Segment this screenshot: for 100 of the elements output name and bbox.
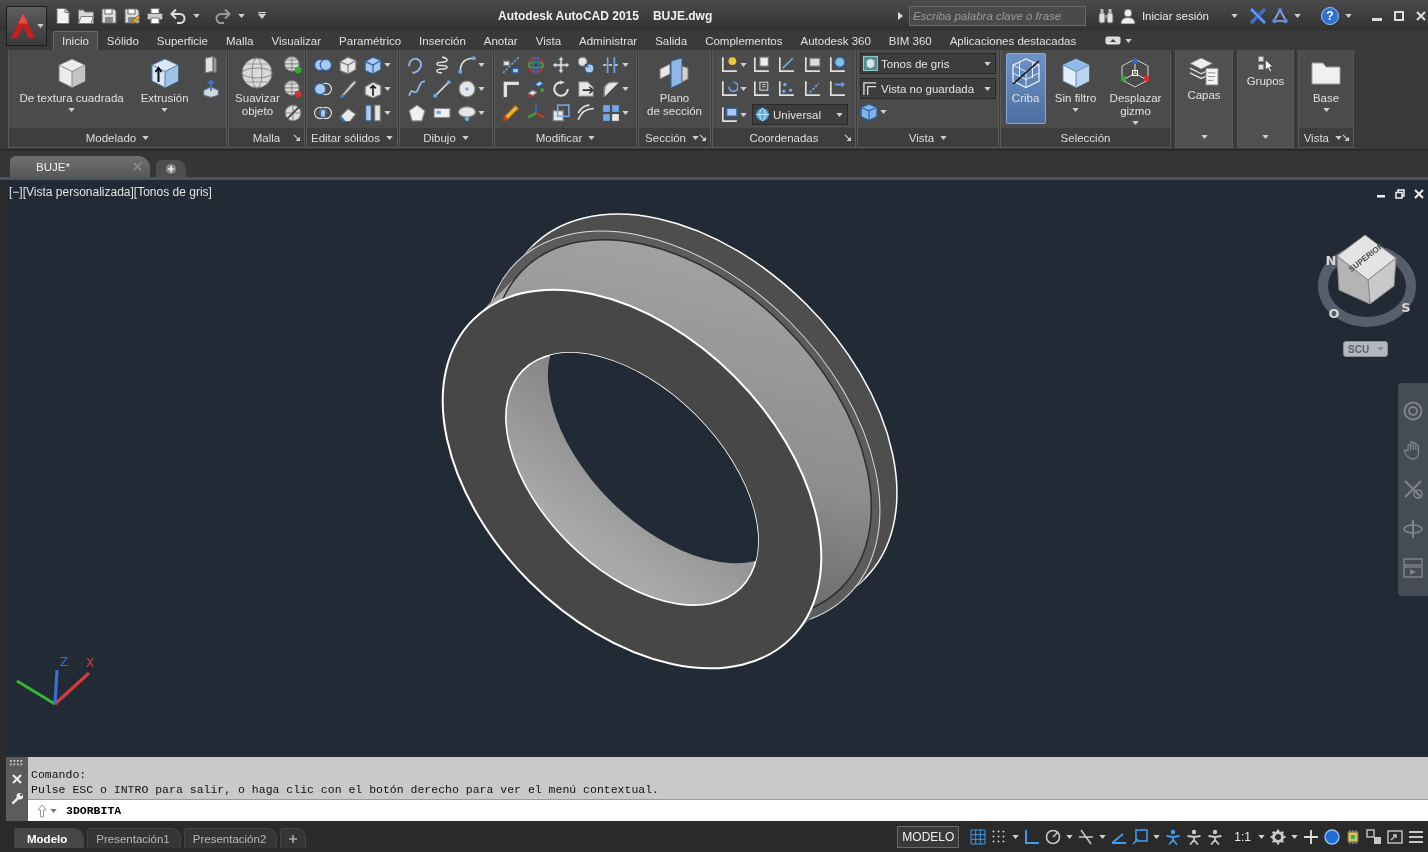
- mesh-sphere-icon[interactable]: [283, 80, 302, 98]
- ribbon-tab[interactable]: Sólido: [97, 31, 148, 50]
- caret-icon[interactable]: [386, 135, 393, 140]
- new-layout-button[interactable]: [280, 828, 307, 848]
- ribbon-tab[interactable]: Anotar: [474, 31, 527, 50]
- squares-grid-icon[interactable]: [602, 104, 620, 122]
- caret-icon[interactable]: [477, 111, 485, 115]
- caret-icon[interactable]: [461, 135, 469, 140]
- chip-icon[interactable]: [1345, 828, 1361, 845]
- ribbon-tab[interactable]: Administrar: [570, 31, 647, 50]
- ribbon-tab[interactable]: Inicio: [53, 31, 98, 50]
- page-icon[interactable]: [55, 7, 71, 24]
- printer-icon[interactable]: [147, 7, 163, 24]
- ribbon-tab[interactable]: Superficie: [147, 31, 217, 50]
- rotate-icon[interactable]: [552, 80, 570, 98]
- panel-title-bar[interactable]: Modificar: [495, 128, 636, 147]
- cut-lines-icon[interactable]: [602, 56, 620, 74]
- overlapping-circles-icon[interactable]: [313, 104, 332, 122]
- ellipse-icon[interactable]: [457, 104, 476, 122]
- axes-icon[interactable]: [777, 56, 796, 74]
- caret-icon[interactable]: [1258, 834, 1265, 839]
- mesh-sphere-icon[interactable]: [283, 56, 302, 74]
- new-tab-button[interactable]: [156, 160, 186, 177]
- panel-title-bar[interactable]: Modelado: [9, 128, 226, 147]
- help-button[interactable]: ?: [1321, 6, 1339, 25]
- caret-icon[interactable]: [1294, 13, 1301, 18]
- caret-icon[interactable]: [1335, 135, 1342, 140]
- annotation-scale-button[interactable]: 1:1: [1232, 829, 1253, 844]
- launcher-arrow-icon[interactable]: [699, 134, 706, 141]
- layout-tab[interactable]: Presentación1: [87, 828, 181, 848]
- caret-icon[interactable]: [1012, 834, 1020, 839]
- caret-icon[interactable]: [622, 87, 629, 91]
- figure-icon[interactable]: [1165, 828, 1182, 845]
- box-icon[interactable]: [363, 80, 382, 98]
- launcher-arrow-icon[interactable]: [844, 134, 851, 141]
- figure-icon[interactable]: [1186, 828, 1203, 845]
- command-input-bar[interactable]: 3DORBITA: [28, 799, 1428, 821]
- split-box-icon[interactable]: [363, 104, 382, 122]
- cube-icon[interactable]: [860, 103, 878, 121]
- spline-icon[interactable]: [407, 80, 426, 98]
- mirror-icon[interactable]: [502, 56, 520, 74]
- ribbon-tab[interactable]: Complementos: [696, 31, 792, 50]
- box-icon[interactable]: [338, 56, 357, 74]
- customize-caret-icon[interactable]: [258, 12, 266, 19]
- model-space-button[interactable]: MODELO: [897, 825, 960, 848]
- triangle-icon[interactable]: [897, 11, 903, 20]
- folder-icon[interactable]: [78, 7, 94, 24]
- panel-title-bar[interactable]: Sección: [639, 128, 710, 147]
- binoculars-icon[interactable]: [1097, 7, 1114, 24]
- axes-icon[interactable]: [802, 56, 821, 74]
- nested-squares-icon[interactable]: [552, 104, 570, 122]
- blade-icon[interactable]: [338, 80, 357, 98]
- caret-icon[interactable]: [477, 87, 485, 91]
- caret-icon[interactable]: [477, 63, 485, 67]
- caret-icon[interactable]: [740, 112, 747, 117]
- axes-icon[interactable]: [777, 80, 796, 98]
- ribbon-tab[interactable]: Inserción: [410, 31, 475, 50]
- ribbon-tab[interactable]: BIM 360: [879, 31, 941, 50]
- maximize-icon[interactable]: [1394, 10, 1404, 21]
- panel-title-bar[interactable]: Editar sólidos: [307, 128, 397, 147]
- caret-icon[interactable]: [622, 63, 629, 67]
- caret-icon[interactable]: [740, 63, 747, 67]
- ribbon-button[interactable]: Base: [1306, 53, 1346, 115]
- caret-icon[interactable]: [622, 111, 629, 115]
- ribbon-button[interactable]: Sin filtro: [1050, 53, 1101, 115]
- circle-icon[interactable]: [457, 80, 476, 98]
- panel-title-bar[interactable]: Dibujo: [400, 128, 492, 147]
- overlapping-circles-icon[interactable]: [313, 56, 332, 74]
- axes-icon[interactable]: [827, 80, 846, 98]
- launcher-arrow-icon[interactable]: [1342, 134, 1349, 141]
- grid-icon[interactable]: [970, 828, 987, 845]
- wrench-icon[interactable]: [10, 792, 24, 805]
- dropdown[interactable]: Universal: [752, 104, 848, 125]
- layout-tab[interactable]: Presentación2: [183, 828, 278, 848]
- crossed-lines-icon[interactable]: [1078, 828, 1095, 845]
- axes-icon[interactable]: [827, 56, 846, 74]
- redo-icon[interactable]: [215, 7, 231, 24]
- pencil-icon[interactable]: [502, 104, 520, 122]
- panel-toggle-icon[interactable]: [1105, 36, 1122, 45]
- quarter-round-icon[interactable]: [602, 80, 620, 98]
- pentagon-icon[interactable]: [407, 104, 426, 122]
- dot-grid-icon[interactable]: [991, 828, 1008, 845]
- caret-icon[interactable]: [1153, 834, 1161, 839]
- x-mark-icon[interactable]: [1250, 7, 1266, 24]
- gear-icon[interactable]: [1270, 828, 1286, 845]
- caret-icon[interactable]: [50, 808, 57, 813]
- caret-icon[interactable]: [1345, 13, 1352, 18]
- caret-icon[interactable]: [880, 110, 887, 114]
- corner-icon[interactable]: [502, 80, 520, 98]
- panel-title-bar[interactable]: Selección: [1001, 128, 1170, 147]
- undo-icon[interactable]: [170, 7, 186, 24]
- caret-icon[interactable]: [692, 135, 699, 140]
- box-icon[interactable]: [363, 56, 382, 74]
- triangle-nodes-icon[interactable]: [1272, 7, 1288, 24]
- axes-icon[interactable]: [720, 105, 738, 124]
- axes-icon[interactable]: [720, 56, 738, 74]
- panel-title-bar[interactable]: Malla: [229, 128, 304, 147]
- restore-icon[interactable]: [1395, 189, 1405, 199]
- line-icon[interactable]: [432, 80, 451, 98]
- move-icon[interactable]: [552, 56, 570, 74]
